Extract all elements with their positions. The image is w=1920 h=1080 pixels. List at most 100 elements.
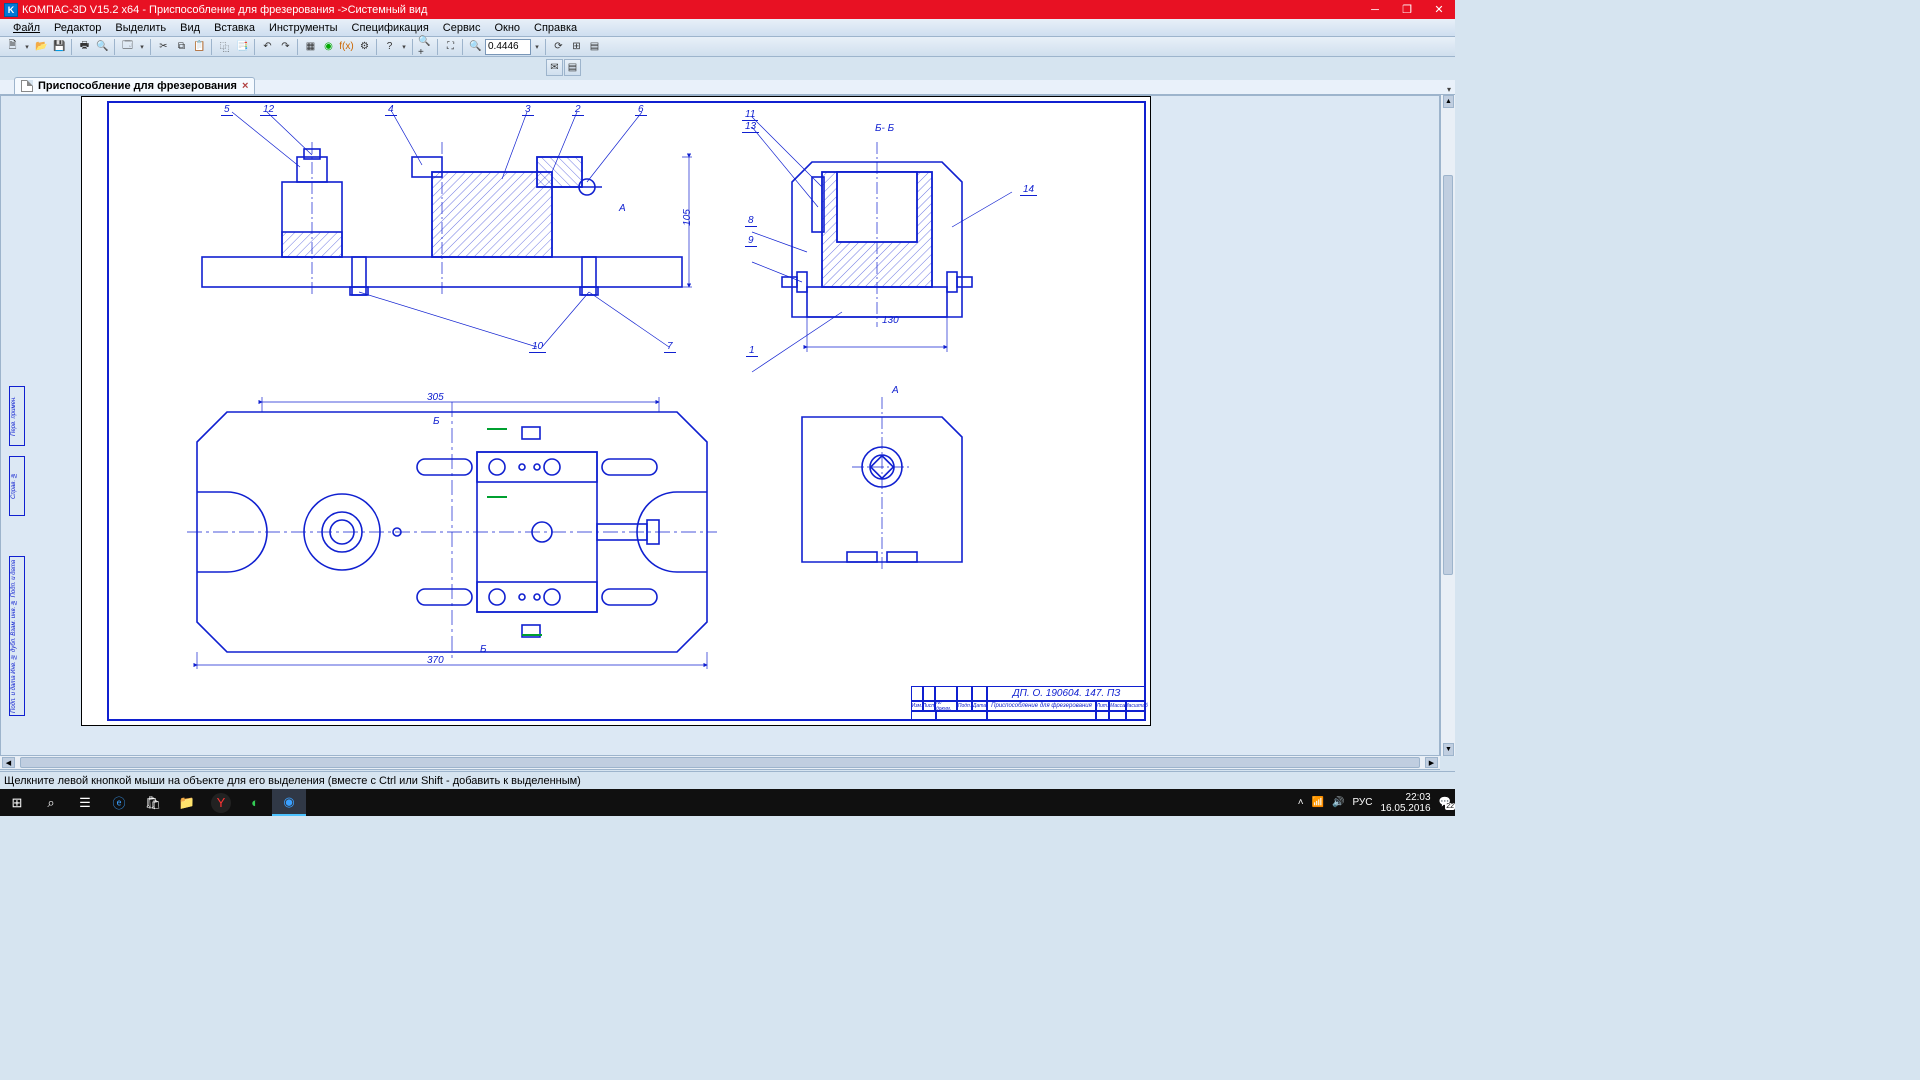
status-hint: Щелкните левой кнопкой мыши на объекте д…	[4, 775, 581, 787]
title-text: КОМПАС-3D V15.2 x64 - Приспособление для…	[22, 4, 427, 16]
tabrow-dropdown[interactable]: ▾	[1447, 85, 1455, 94]
float2-icon[interactable]: ▤	[564, 59, 581, 76]
scroll-left-arrow[interactable]: ◀	[2, 757, 15, 768]
store-icon[interactable]: 🛍	[136, 789, 170, 816]
statusbar: Щелкните левой кнопкой мыши на объекте д…	[0, 771, 1455, 789]
help-button[interactable]: ?	[381, 38, 398, 55]
yandex-icon[interactable]: Y	[211, 793, 231, 813]
pos-13: 13	[742, 121, 759, 133]
pos-6: 6	[635, 104, 647, 116]
open-button[interactable]: 📂	[33, 38, 50, 55]
menu-tools[interactable]: Инструменты	[262, 20, 345, 36]
zoom-in-button[interactable]: 🔍+	[417, 38, 434, 55]
preview-button[interactable]: 🔍	[94, 38, 111, 55]
menu-insert[interactable]: Вставка	[207, 20, 262, 36]
menu-select[interactable]: Выделить	[108, 20, 173, 36]
scroll-right-arrow[interactable]: ▶	[1425, 757, 1438, 768]
menu-editor[interactable]: Редактор	[47, 20, 108, 36]
menu-spec[interactable]: Спецификация	[345, 20, 436, 36]
undo-button[interactable]: ↶	[259, 38, 276, 55]
zoom-value: 0.4446	[488, 41, 519, 52]
pos-4: 4	[385, 104, 397, 116]
pos-8: 8	[745, 215, 757, 227]
lib-button[interactable]: ◉	[320, 38, 337, 55]
hscroll-thumb[interactable]	[20, 757, 1420, 768]
drawing-sheet: 5 12 4 3 2 6 10 7 11 13 8 9 14 1 Б- Б А …	[81, 96, 1151, 726]
tray-lang[interactable]: РУС	[1352, 797, 1372, 808]
label-bb: Б- Б	[875, 123, 894, 134]
tray-volume-icon[interactable]: 🔊	[1332, 797, 1344, 808]
tray-chevron-icon[interactable]: ˄	[1298, 797, 1304, 808]
copy-button[interactable]: ⧉	[173, 38, 190, 55]
mail-icon[interactable]: ✉	[546, 59, 563, 76]
pos-1: 1	[746, 345, 758, 357]
pos-7: 7	[664, 341, 676, 353]
menu-view[interactable]: Вид	[173, 20, 207, 36]
menu-service[interactable]: Сервис	[436, 20, 488, 36]
paste-button[interactable]: 📋	[191, 38, 208, 55]
kompas-taskbtn[interactable]: ◉	[272, 789, 306, 816]
zoom-button[interactable]: 🔍	[467, 38, 484, 55]
props-button[interactable]: 📑	[234, 38, 251, 55]
close-button[interactable]: ✕	[1423, 0, 1455, 19]
app1-icon[interactable]: ◐	[238, 789, 272, 816]
help-drop[interactable]: ▾	[399, 38, 409, 55]
prop-button[interactable]: 🗔	[119, 38, 136, 55]
print-button[interactable]: 🖶	[76, 38, 93, 55]
pos-11: 11	[742, 109, 758, 121]
doc-tab-label: Приспособление для фрезерования	[38, 80, 237, 92]
window-controls: ─ ❐ ✕	[1359, 0, 1455, 19]
maximize-button[interactable]: ❐	[1391, 0, 1423, 19]
mgr-button[interactable]: ▦	[302, 38, 319, 55]
edge-icon[interactable]: ⓔ	[102, 789, 136, 816]
refresh-button[interactable]: ⟳	[550, 38, 567, 55]
pos-2: 2	[572, 104, 584, 116]
toolbar-main: 🗎 ▾ 📂 💾 🖶 🔍 🗔 ▾ ✂ ⧉ 📋 ⿻ 📑 ↶ ↷ ▦ ◉ f(x) ⚙…	[0, 37, 1455, 57]
side-strip-2: Справ. №	[9, 456, 25, 516]
menu-help[interactable]: Справка	[527, 20, 584, 36]
dim-370: 370	[427, 655, 444, 666]
pos-3: 3	[522, 104, 534, 116]
var-button[interactable]: ⚙	[356, 38, 373, 55]
dim-105: 105	[682, 209, 693, 226]
fx-button[interactable]: f(x)	[338, 38, 355, 55]
tray-wifi-icon[interactable]: 📶	[1312, 797, 1324, 808]
zoom-input[interactable]: 0.4446	[485, 39, 531, 55]
side-strip-3: Подп. и дата Инв. № дубл. Взам. инв. № П…	[9, 556, 25, 716]
app-icon: K	[4, 3, 18, 17]
search-button[interactable]: ⌕	[34, 789, 68, 816]
tray-notifications-icon[interactable]: 💬22	[1439, 797, 1451, 808]
vscroll-thumb[interactable]	[1443, 175, 1453, 575]
canvas-area[interactable]: Перв. примен. Справ. № Подп. и дата Инв.…	[0, 95, 1440, 756]
side-strip-1: Перв. примен.	[9, 386, 25, 446]
zoom-drop[interactable]: ▾	[532, 38, 542, 55]
redo-button[interactable]: ↷	[277, 38, 294, 55]
doc-tab-close[interactable]: ×	[242, 80, 248, 92]
cut-button[interactable]: ✂	[155, 38, 172, 55]
scroll-up-arrow[interactable]: ▲	[1443, 95, 1454, 108]
horizontal-scrollbar[interactable]: ◀ ▶	[0, 755, 1440, 770]
scroll-down-arrow[interactable]: ▼	[1443, 743, 1454, 756]
systray: ˄ 📶 🔊 РУС 22:03 16.05.2016 💬22	[1298, 792, 1455, 814]
window-button[interactable]: ⊞	[568, 38, 585, 55]
tray-clock[interactable]: 22:03 16.05.2016	[1380, 792, 1430, 814]
taskview-button[interactable]: ☰	[68, 789, 102, 816]
document-tab[interactable]: Приспособление для фрезерования ×	[14, 77, 255, 94]
clone-button[interactable]: ⿻	[216, 38, 233, 55]
start-button[interactable]: ⊞	[0, 789, 34, 816]
new-drop[interactable]: ▾	[22, 38, 32, 55]
pos-12: 12	[260, 104, 277, 116]
prop-drop[interactable]: ▾	[137, 38, 147, 55]
menu-window[interactable]: Окно	[487, 20, 527, 36]
document-tabs: Приспособление для фрезерования × ▾	[0, 77, 1455, 95]
drawing-viewport[interactable]: Перв. примен. Справ. № Подп. и дата Инв.…	[6, 96, 1439, 755]
explorer-icon[interactable]: 📁	[170, 789, 204, 816]
window2-button[interactable]: ▤	[586, 38, 603, 55]
zoom-window-button[interactable]: ⛶	[442, 38, 459, 55]
new-button[interactable]: 🗎	[4, 38, 21, 55]
pos-5: 5	[221, 104, 233, 116]
save-button[interactable]: 💾	[51, 38, 68, 55]
minimize-button[interactable]: ─	[1359, 0, 1391, 19]
vertical-scrollbar[interactable]: ▲ ▼	[1440, 95, 1455, 756]
menu-file[interactable]: Файл	[6, 20, 47, 36]
